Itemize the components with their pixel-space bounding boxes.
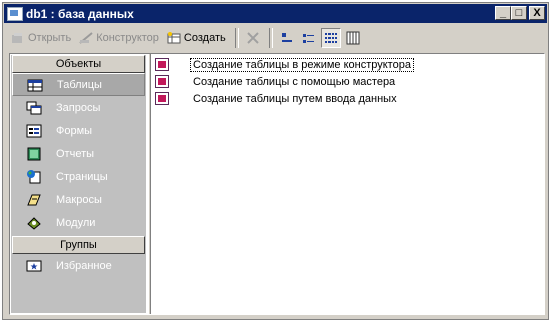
create-icon <box>167 32 181 44</box>
report-icon <box>27 147 41 160</box>
list-icon <box>324 33 337 43</box>
large-icons-icon <box>281 33 292 42</box>
panel-divider[interactable] <box>148 54 151 314</box>
close-button[interactable]: X <box>529 6 545 20</box>
objects-list: Создание таблицы в режиме конструктора С… <box>152 56 542 311</box>
list-item[interactable]: Создание таблицы в режиме конструктора <box>152 56 542 73</box>
objects-item-label: Модули <box>56 216 96 229</box>
objects-bar: Объекты Таблицы Запросы Формы Отчеты Стр… <box>11 55 146 313</box>
objects-item-label: Страницы <box>56 170 108 183</box>
database-content: Объекты Таблицы Запросы Формы Отчеты Стр… <box>9 53 545 315</box>
delete-button[interactable] <box>243 28 263 48</box>
list-item[interactable]: Создание таблицы путем ввода данных <box>152 90 542 107</box>
toolbar-separator <box>268 28 273 48</box>
shortcut-icon <box>155 75 169 88</box>
groups-group-header[interactable]: Группы <box>12 236 145 254</box>
details-view-button[interactable] <box>343 28 363 48</box>
large-icons-view-button[interactable] <box>277 28 297 48</box>
groups-item-label: Избранное <box>56 259 112 272</box>
maximize-button[interactable]: □ <box>511 6 527 20</box>
database-window: db1 : база данных _ □ X Открыть Конструк… <box>2 2 549 320</box>
groups-item-favorites[interactable]: Избранное <box>12 254 145 277</box>
favorites-icon <box>26 260 42 271</box>
objects-item-reports[interactable]: Отчеты <box>12 142 145 165</box>
list-item-label: Создание таблицы путем ввода данных <box>193 92 397 105</box>
list-item[interactable]: Создание таблицы с помощью мастера <box>152 73 542 90</box>
form-icon <box>26 124 42 137</box>
create-button[interactable]: Создать <box>164 27 229 49</box>
objects-item-macros[interactable]: Макросы <box>12 188 145 211</box>
objects-item-pages[interactable]: Страницы <box>12 165 145 188</box>
list-item-label: Создание таблицы с помощью мастера <box>193 75 396 88</box>
shortcut-icon <box>155 92 169 105</box>
design-button[interactable]: Конструктор <box>76 27 162 49</box>
design-icon <box>79 32 93 44</box>
window-title: db1 : база данных <box>26 6 134 21</box>
query-icon <box>26 101 42 114</box>
toolbar-separator <box>234 28 239 48</box>
objects-group-header[interactable]: Объекты <box>12 55 145 73</box>
title-bar[interactable]: db1 : база данных _ □ X <box>4 4 547 23</box>
delete-icon <box>247 32 259 44</box>
toolbar: Открыть Конструктор Создать <box>4 25 547 51</box>
list-item-label: Создание таблицы в режиме конструктора <box>190 57 414 72</box>
minimize-button[interactable]: _ <box>495 6 511 20</box>
objects-item-label: Запросы <box>56 101 101 114</box>
page-icon <box>27 169 41 183</box>
details-icon <box>346 31 360 45</box>
objects-item-queries[interactable]: Запросы <box>12 96 145 119</box>
objects-item-label: Макросы <box>56 193 102 206</box>
objects-item-modules[interactable]: Модули <box>12 211 145 234</box>
open-label: Открыть <box>28 32 72 44</box>
open-button[interactable]: Открыть <box>8 27 74 49</box>
list-view-button[interactable] <box>320 28 341 48</box>
shortcut-icon <box>155 58 169 71</box>
database-icon <box>7 6 23 21</box>
module-icon <box>27 216 41 230</box>
objects-item-label: Формы <box>56 124 93 137</box>
create-label: Создать <box>183 32 226 44</box>
objects-item-tables[interactable]: Таблицы <box>12 73 145 96</box>
open-icon <box>12 33 22 43</box>
table-icon <box>27 79 43 91</box>
objects-item-label: Отчеты <box>56 147 95 160</box>
objects-item-forms[interactable]: Формы <box>12 119 145 142</box>
small-icons-icon <box>302 34 314 43</box>
macro-icon <box>27 194 41 205</box>
small-icons-view-button[interactable] <box>299 28 319 48</box>
objects-item-label: Таблицы <box>57 78 102 91</box>
design-label: Конструктор <box>96 32 159 44</box>
